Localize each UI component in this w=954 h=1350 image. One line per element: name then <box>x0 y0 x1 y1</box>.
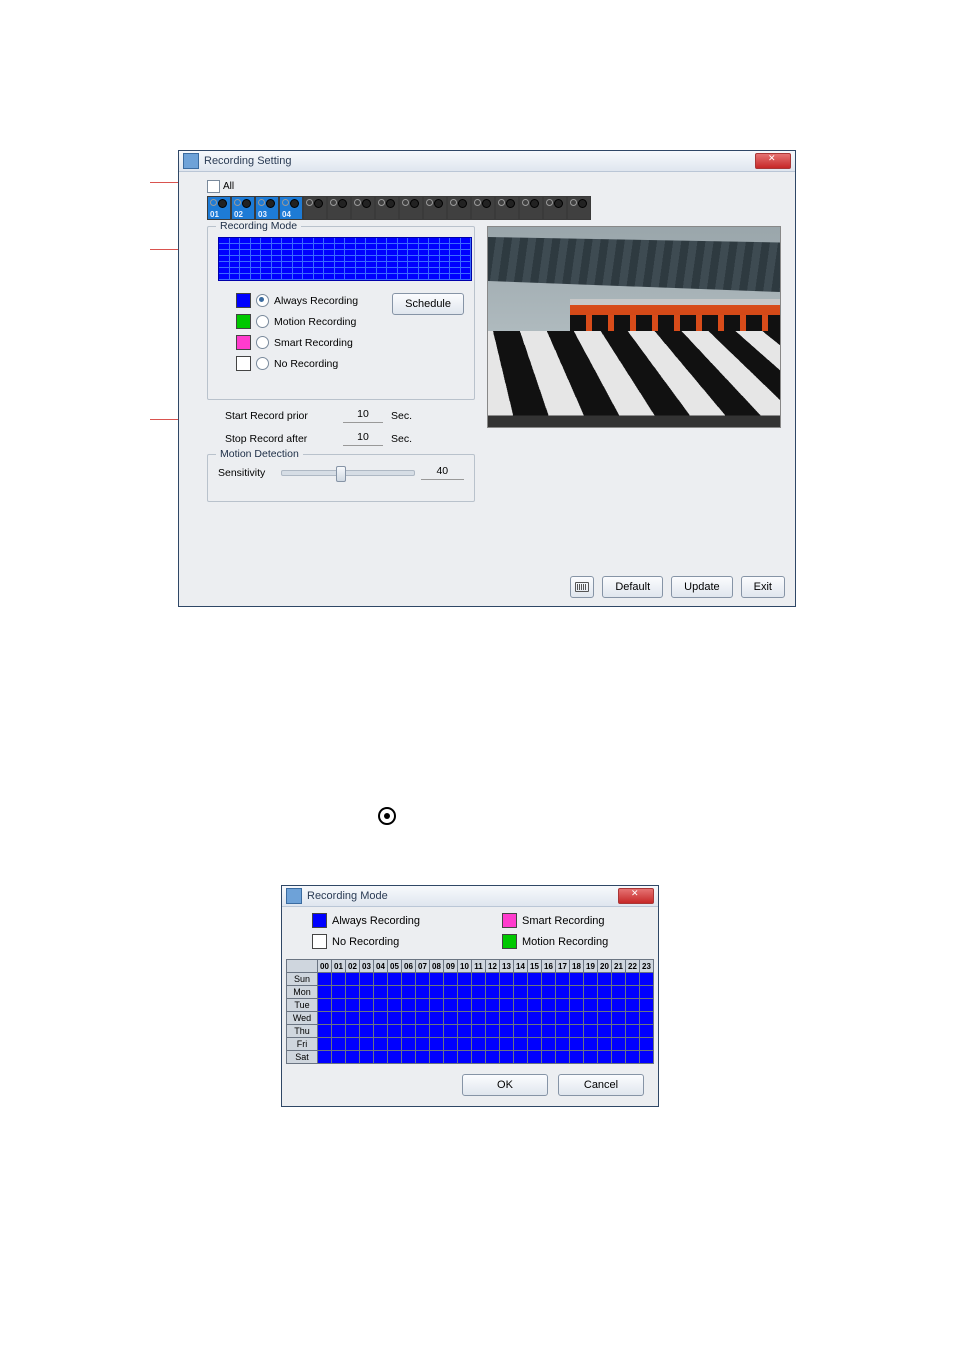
recording-mode-group: Recording Mode Always Recording <box>207 226 475 400</box>
window-title: Recording Setting <box>204 155 755 167</box>
legend-smart: Smart Recording <box>522 915 605 927</box>
app-icon <box>183 153 199 169</box>
legend-always: Always Recording <box>332 915 420 927</box>
motion-swatch <box>236 314 251 329</box>
sensitivity-slider[interactable] <box>281 470 415 476</box>
window-title-2: Recording Mode <box>307 890 618 902</box>
channel-11[interactable] <box>447 196 471 220</box>
default-button[interactable]: Default <box>602 576 663 598</box>
dialog-footer: Default Update Exit <box>570 576 785 598</box>
always-label: Always Recording <box>274 295 358 307</box>
all-channels-checkbox[interactable] <box>207 180 220 193</box>
channel-07[interactable] <box>351 196 375 220</box>
channel-05[interactable] <box>303 196 327 220</box>
schedule-button[interactable]: Schedule <box>392 293 464 315</box>
channel-01[interactable]: 01 <box>207 196 231 220</box>
stop-after-label: Stop Record after <box>225 433 335 445</box>
titlebar-2: Recording Mode <box>282 886 658 907</box>
legend-motion-swatch <box>502 934 517 949</box>
motion-detection-title: Motion Detection <box>216 448 303 460</box>
channel-03[interactable]: 03 <box>255 196 279 220</box>
channel-04[interactable]: 04 <box>279 196 303 220</box>
update-button[interactable]: Update <box>671 576 732 598</box>
exit-button[interactable]: Exit <box>741 576 785 598</box>
start-prior-value[interactable]: 10 <box>343 408 383 423</box>
legend-smart-swatch <box>502 913 517 928</box>
channel-16[interactable] <box>567 196 591 220</box>
legend-none-swatch <box>312 934 327 949</box>
sensitivity-value[interactable]: 40 <box>421 465 464 480</box>
legend-none: No Recording <box>332 936 399 948</box>
recording-mode-dialog: Recording Mode Always Recording No Recor… <box>281 885 659 1107</box>
cancel-button[interactable]: Cancel <box>558 1074 644 1096</box>
channel-02[interactable]: 02 <box>231 196 255 220</box>
channel-15[interactable] <box>543 196 567 220</box>
recording-mini-schedule[interactable] <box>218 237 472 281</box>
channel-10[interactable] <box>423 196 447 220</box>
recording-mode-title: Recording Mode <box>216 220 301 232</box>
none-radio[interactable] <box>256 357 269 370</box>
keyboard-icon[interactable] <box>570 576 594 598</box>
none-swatch <box>236 356 251 371</box>
channel-12[interactable] <box>471 196 495 220</box>
channel-strip: 01020304 <box>207 196 785 220</box>
smart-radio[interactable] <box>256 336 269 349</box>
motion-detection-group: Motion Detection Sensitivity 40 <box>207 454 475 502</box>
always-swatch <box>236 293 251 308</box>
stop-after-value[interactable]: 10 <box>343 431 383 446</box>
ok-button[interactable]: OK <box>462 1074 548 1096</box>
radio-glyph <box>378 807 396 825</box>
all-channels-label: All <box>223 181 234 192</box>
camera-preview <box>487 226 781 428</box>
sensitivity-label: Sensitivity <box>218 467 275 479</box>
channel-06[interactable] <box>327 196 351 220</box>
close-icon[interactable] <box>755 153 791 169</box>
legend-always-swatch <box>312 913 327 928</box>
channel-09[interactable] <box>399 196 423 220</box>
always-radio[interactable] <box>256 294 269 307</box>
channel-13[interactable] <box>495 196 519 220</box>
none-label: No Recording <box>274 358 338 370</box>
sec-label-2: Sec. <box>391 433 412 445</box>
schedule-table[interactable]: 0001020304050607080910111213141516171819… <box>286 959 654 1064</box>
recording-setting-dialog: Recording Setting All 01020304 Recording… <box>178 150 796 607</box>
motion-label: Motion Recording <box>274 316 356 328</box>
channel-08[interactable] <box>375 196 399 220</box>
smart-label: Smart Recording <box>274 337 353 349</box>
app-icon-2 <box>286 888 302 904</box>
sec-label-1: Sec. <box>391 410 412 422</box>
channel-14[interactable] <box>519 196 543 220</box>
titlebar: Recording Setting <box>179 151 795 172</box>
close-icon-2[interactable] <box>618 888 654 904</box>
legend-motion: Motion Recording <box>522 936 608 948</box>
smart-swatch <box>236 335 251 350</box>
start-prior-label: Start Record prior <box>225 410 335 422</box>
motion-radio[interactable] <box>256 315 269 328</box>
